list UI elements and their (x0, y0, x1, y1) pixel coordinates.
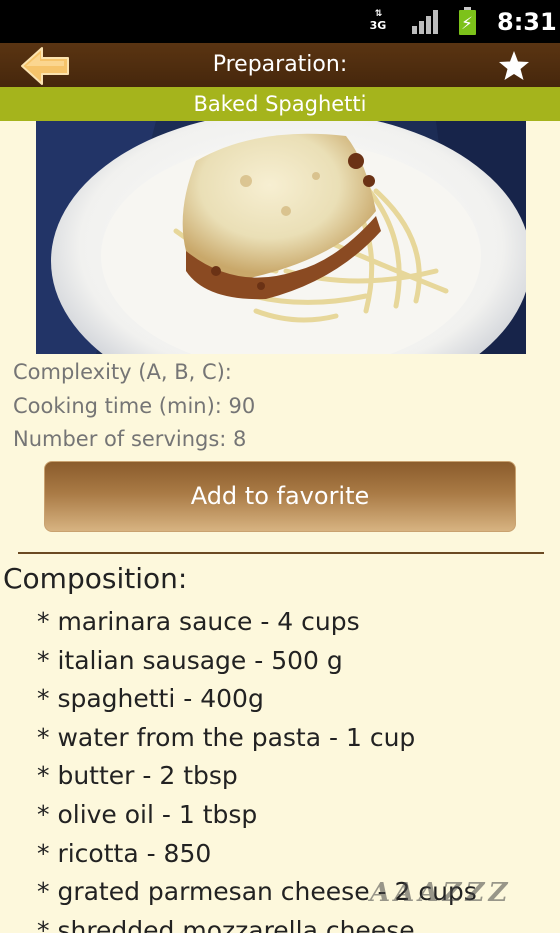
ingredient-item: * olive oil - 1 tbsp (37, 799, 258, 829)
page-title: Preparation: (212, 52, 348, 77)
app-bar: Preparation: (0, 43, 560, 87)
add-to-favorite-button[interactable]: Add to favorite (44, 461, 516, 532)
ingredient-item: * ricotta - 850 (37, 838, 212, 868)
composition-heading: Composition: (3, 562, 188, 595)
watermark-text: AAAZZZ (370, 878, 512, 908)
servings-label: Number of servings: 8 (13, 427, 247, 451)
back-button[interactable] (20, 46, 72, 86)
recipe-photo (36, 121, 526, 354)
watermark: AAAZZZ (370, 878, 555, 926)
cooking-time-label: Cooking time (min): 90 (13, 394, 256, 418)
ingredient-item: * italian sausage - 500 g (37, 645, 343, 675)
signal-icon (412, 10, 440, 34)
ingredient-item: * water from the pasta - 1 cup (37, 722, 416, 752)
network-type: 3G (369, 19, 387, 32)
data-activity-icon: ⇅ 3G (369, 9, 387, 32)
complexity-label: Complexity (A, B, C): (13, 360, 232, 384)
status-time: 8:31 (497, 8, 557, 36)
ingredient-item: * marinara sauce - 4 cups (37, 607, 360, 636)
ingredient-item: * spaghetti - 400g (37, 684, 264, 714)
battery-charging-icon: ⚡ (459, 7, 476, 35)
divider (18, 552, 544, 554)
ingredient-item: * butter - 2 tbsp (37, 761, 238, 791)
back-arrow-icon (21, 47, 69, 85)
recipe-title: Baked Spaghetti (0, 87, 560, 121)
favorite-star-button[interactable] (497, 49, 531, 83)
status-bar: ⇅ 3G ⚡ 8:31 (0, 0, 560, 43)
star-icon (499, 51, 529, 80)
